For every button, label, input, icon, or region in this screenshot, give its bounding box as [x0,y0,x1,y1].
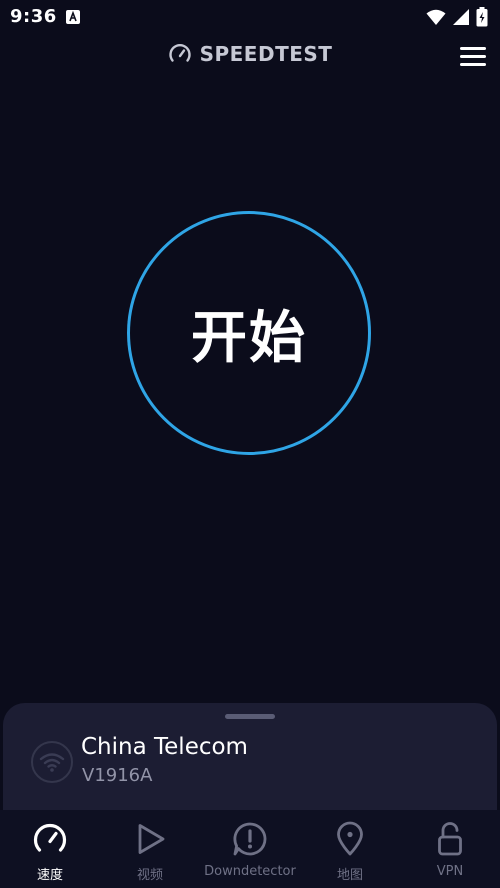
speedometer-icon [31,820,69,858]
nav-item-map[interactable]: 地图 [300,810,400,888]
nav-item-vpn[interactable]: VPN [400,810,500,888]
wifi-icon [39,753,65,772]
lock-open-icon [431,820,469,858]
status-time: 9:36 [10,6,57,27]
nav-item-downdetector[interactable]: Downdetector [200,810,300,888]
battery-icon [476,7,488,27]
hamburger-menu-icon[interactable] [460,42,490,70]
play-icon [131,820,169,858]
start-label: 开始 [191,305,307,371]
app-header: SPEEDTEST [0,40,500,74]
brand-text: SPEEDTEST [199,42,333,66]
provider-name: China Telecom [81,734,248,760]
brand-logo: SPEEDTEST [0,42,500,66]
nav-label: VPN [436,864,464,879]
a-box-icon [66,10,80,24]
bottom-nav: 速度 视频 Downdetector 地图 VPN [0,810,500,888]
status-bar: 9:36 [0,0,500,34]
map-pin-icon [331,820,369,858]
nav-item-video[interactable]: 视频 [100,810,200,888]
start-test-button[interactable]: 开始 [127,211,371,455]
speedtest-screen: 9:36 SPEEDTEST 开始 China Telecom V1916A 速… [0,0,500,888]
alert-icon [231,820,269,858]
gauge-icon [168,44,191,62]
nav-label: Downdetector [204,864,296,879]
status-icons [426,6,488,28]
nav-label: 视频 [136,868,163,883]
nav-item-speed[interactable]: 速度 [0,810,100,888]
signal-icon [453,9,469,25]
wifi-icon [426,9,446,25]
provider-wifi-icon [31,741,73,783]
sheet-drag-handle[interactable] [225,714,275,719]
nav-label: 地图 [336,868,363,883]
nav-label: 速度 [36,868,63,883]
provider-device: V1916A [82,765,153,786]
